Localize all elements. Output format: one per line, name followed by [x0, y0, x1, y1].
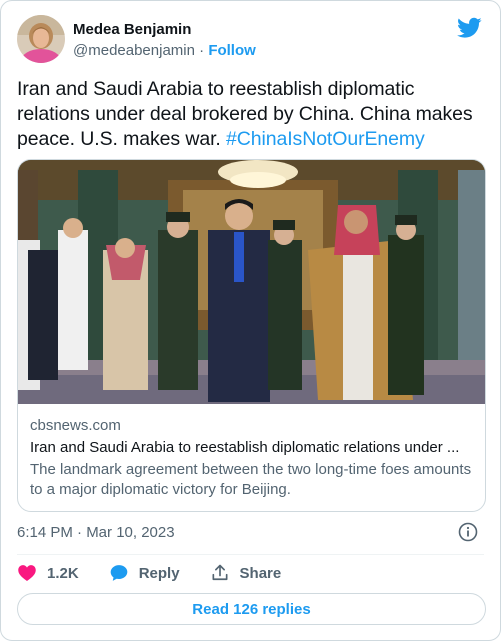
info-icon[interactable] [458, 522, 478, 542]
follow-button[interactable]: Follow [208, 42, 256, 59]
author-handle[interactable]: @medeabenjamin [73, 42, 195, 59]
heart-icon [18, 565, 36, 581]
link-title: Iran and Saudi Arabia to reestablish dip… [30, 439, 460, 456]
tweet-embed-card: Medea Benjamin @medeabenjamin · Follow I… [0, 0, 501, 641]
author-handle-row: @medeabenjamin · Follow [73, 42, 256, 59]
link-domain: cbsnews.com [30, 417, 121, 434]
action-bar: 1.2K Reply Share [17, 562, 311, 584]
share-label: Share [239, 564, 282, 582]
share-icon [212, 564, 228, 581]
link-preview-card[interactable]: cbsnews.com Iran and Saudi Arabia to ree… [17, 159, 486, 512]
like-count: 1.2K [47, 564, 79, 582]
separator-dot: · [199, 42, 205, 59]
author-avatar[interactable] [17, 15, 65, 63]
tweet-timestamp[interactable]: 6:14 PM · Mar 10, 2023 [17, 524, 175, 541]
twitter-bird-icon[interactable] [457, 17, 482, 39]
divider [17, 554, 484, 555]
read-replies-button[interactable]: Read 126 replies [17, 593, 486, 625]
like-button[interactable]: 1.2K [17, 563, 79, 583]
reply-button[interactable]: Reply [109, 563, 180, 583]
author-name[interactable]: Medea Benjamin [73, 21, 191, 38]
tweet-text: Iran and Saudi Arabia to reestablish dip… [17, 77, 487, 152]
article-photo [18, 160, 485, 404]
link-meta: cbsnews.com Iran and Saudi Arabia to ree… [30, 416, 473, 500]
reply-label: Reply [138, 564, 180, 582]
share-button[interactable]: Share [210, 563, 282, 583]
link-description: The landmark agreement between the two l… [30, 461, 472, 498]
hashtag-link[interactable]: #ChinaIsNotOurEnemy [226, 128, 425, 150]
read-replies-label: Read 126 replies [192, 600, 311, 618]
reply-bubble-icon [110, 565, 128, 581]
